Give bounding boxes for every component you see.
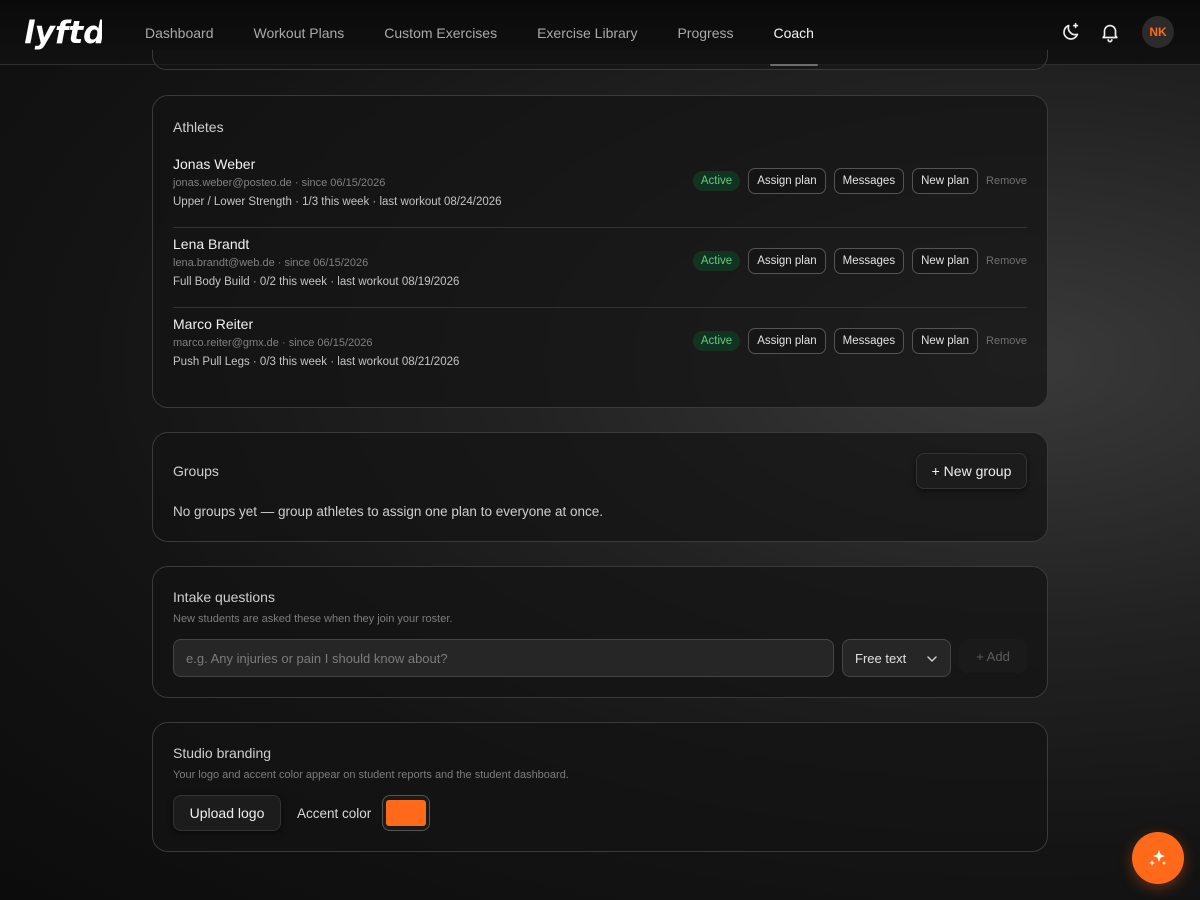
question-type-select[interactable]: Free text <box>842 639 951 677</box>
svg-text:lyftd: lyftd <box>24 15 102 51</box>
athlete-actions: Active Assign plan Messages New plan Rem… <box>692 328 1027 354</box>
studio-branding-card: Studio branding Your logo and accent col… <box>152 722 1048 852</box>
intake-subtitle: New students are asked these when they j… <box>173 613 453 625</box>
remove-button[interactable]: Remove <box>986 335 1027 347</box>
assign-plan-button[interactable]: Assign plan <box>748 248 826 274</box>
remove-button[interactable]: Remove <box>986 255 1027 267</box>
messages-button[interactable]: Messages <box>833 168 905 194</box>
athlete-meta: lena.brandt@web.de · since 06/15/2026 <box>173 257 369 269</box>
status-badge: Active <box>692 331 741 351</box>
accent-color-swatch <box>386 800 426 826</box>
intake-title: Intake questions <box>173 589 275 605</box>
groups-title: Groups <box>173 463 219 479</box>
chevron-down-icon <box>927 656 937 662</box>
athlete-meta: marco.reiter@gmx.de · since 06/15/2026 <box>173 337 373 349</box>
athlete-name: Lena Brandt <box>173 236 250 252</box>
new-plan-button[interactable]: New plan <box>912 328 979 354</box>
groups-card: Groups + New group No groups yet — group… <box>152 432 1048 542</box>
athlete-actions: Active Assign plan Messages New plan Rem… <box>692 168 1027 194</box>
athletes-card: Athletes Jonas Weber jonas.weber@posteo.… <box>152 95 1048 408</box>
branding-subtitle: Your logo and accent color appear on stu… <box>173 769 569 781</box>
bell-icon[interactable] <box>1099 21 1121 43</box>
previous-card-edge <box>152 50 1048 70</box>
athlete-row: Lena Brandt lena.brandt@web.de · since 0… <box>173 228 1027 308</box>
moon-sparkle-icon[interactable] <box>1060 21 1082 43</box>
intake-questions-card: Intake questions New students are asked … <box>152 566 1048 698</box>
athlete-row: Jonas Weber jonas.weber@posteo.de · sinc… <box>173 148 1027 228</box>
branding-title: Studio branding <box>173 745 272 761</box>
athlete-meta: jonas.weber@posteo.de · since 06/15/2026 <box>173 177 386 189</box>
status-badge: Active <box>692 171 741 191</box>
accent-color-label: Accent color <box>297 806 372 821</box>
athlete-name: Jonas Weber <box>173 156 256 172</box>
upload-logo-button[interactable]: Upload logo <box>173 795 281 831</box>
messages-button[interactable]: Messages <box>833 328 905 354</box>
athletes-title: Athletes <box>173 119 224 135</box>
new-group-button[interactable]: + New group <box>916 453 1027 489</box>
assign-plan-button[interactable]: Assign plan <box>748 328 826 354</box>
athlete-name: Marco Reiter <box>173 316 254 332</box>
athlete-plan-summary: Full Body Build · 0/2 this week · last w… <box>173 276 460 288</box>
groups-empty-message: No groups yet — group athletes to assign… <box>173 504 604 519</box>
lyftd-logo[interactable]: lyftd <box>22 12 102 52</box>
new-plan-button[interactable]: New plan <box>912 248 979 274</box>
messages-button[interactable]: Messages <box>833 248 905 274</box>
sparkles-icon <box>1149 850 1166 866</box>
athlete-row: Marco Reiter marco.reiter@gmx.de · since… <box>173 308 1027 388</box>
athlete-plan-summary: Push Pull Legs · 0/3 this week · last wo… <box>173 356 460 368</box>
remove-button[interactable]: Remove <box>986 175 1027 187</box>
status-badge: Active <box>692 251 741 271</box>
avatar[interactable]: NK <box>1142 16 1174 48</box>
accent-color-picker[interactable] <box>382 795 430 831</box>
question-type-value: Free text <box>855 650 907 666</box>
intake-question-input[interactable] <box>173 639 834 677</box>
athlete-plan-summary: Upper / Lower Strength · 1/3 this week ·… <box>173 196 502 208</box>
assign-plan-button[interactable]: Assign plan <box>748 168 826 194</box>
ai-assistant-button[interactable] <box>1132 832 1184 884</box>
athlete-actions: Active Assign plan Messages New plan Rem… <box>692 248 1027 274</box>
new-plan-button[interactable]: New plan <box>912 168 979 194</box>
add-question-button[interactable]: + Add <box>959 639 1027 673</box>
